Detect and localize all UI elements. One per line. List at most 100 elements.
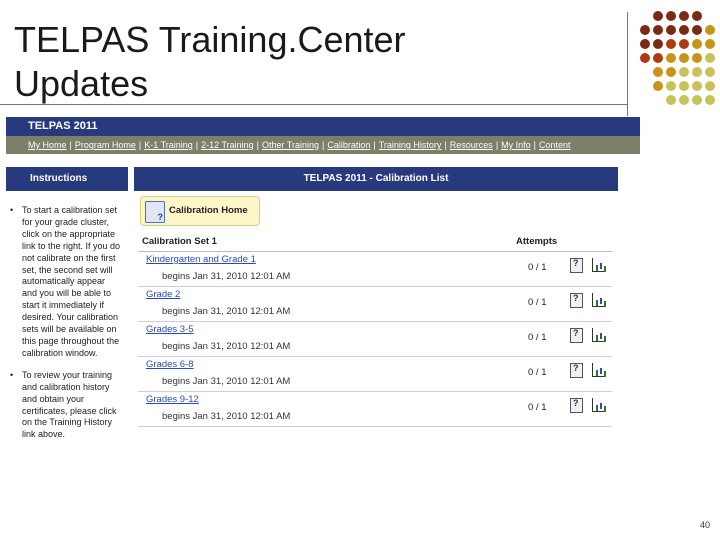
decorative-dot [666, 95, 676, 105]
table-row: Kindergarten and Grade 1 begins Jan 31, … [138, 252, 612, 287]
instructions-title: Instructions [30, 173, 88, 184]
nav-link-program-home[interactable]: Program Home [73, 140, 138, 150]
decorative-dot [640, 39, 650, 49]
help-icon[interactable] [570, 328, 583, 343]
decorative-dot [653, 67, 663, 77]
attempts-count: 0 / 1 [528, 297, 547, 308]
help-icon[interactable] [570, 258, 583, 273]
decorative-dot [705, 53, 715, 63]
decorative-dot [679, 95, 689, 105]
decorative-dot [653, 81, 663, 91]
report-chart-icon[interactable] [592, 328, 606, 342]
decorative-dot [692, 81, 702, 91]
decorative-dot [692, 11, 702, 21]
decorative-dot [705, 39, 715, 49]
slide-title-line-1: TELPAS Training.Center [14, 19, 406, 60]
decorative-dot [692, 67, 702, 77]
instructions-header: Instructions [6, 167, 128, 191]
begin-date: begins Jan 31, 2010 12:01 AM [162, 271, 291, 282]
nav-link-content[interactable]: Content [537, 140, 573, 150]
grade-link[interactable]: Grades 9-12 [146, 394, 199, 405]
table-row: Grades 6-8 begins Jan 31, 2010 12:01 AM … [138, 357, 612, 392]
page-number: 40 [700, 520, 711, 530]
report-chart-icon[interactable] [592, 293, 606, 307]
table-row: Grades 3-5 begins Jan 31, 2010 12:01 AM … [138, 322, 612, 357]
decorative-dot [653, 11, 663, 21]
decorative-dot [679, 67, 689, 77]
begin-date: begins Jan 31, 2010 12:01 AM [162, 376, 291, 387]
help-icon[interactable] [570, 293, 583, 308]
decorative-dot [653, 39, 663, 49]
decorative-dot [666, 11, 676, 21]
decorative-dot [666, 81, 676, 91]
nav-link-resources[interactable]: Resources [448, 140, 495, 150]
calibration-set-title: Calibration Set 1 [142, 236, 217, 247]
calibration-home-label: Calibration Home [169, 205, 248, 216]
app-header-title: TELPAS 2011 [28, 120, 98, 132]
instructions-list: To start a calibration set for your grad… [6, 205, 128, 451]
nav-link-my-info[interactable]: My Info [499, 140, 533, 150]
nav-bar: My Home | Program Home | K-1 Training | 2-12 T… [6, 136, 640, 154]
decorative-dot [705, 67, 715, 77]
title-divider [0, 104, 628, 105]
app-header: TELPAS 2011 [6, 117, 640, 136]
decorative-dot [666, 53, 676, 63]
grade-link[interactable]: Kindergarten and Grade 1 [146, 254, 256, 265]
decorative-dot [666, 67, 676, 77]
calibration-list-panel: Calibration Home Calibration Set 1 Attem… [134, 191, 618, 517]
decorative-dot-grid [640, 11, 720, 111]
app-screenshot: TELPAS 2011 My Home | Program Home | K-1 Tra… [6, 117, 640, 517]
attempts-count: 0 / 1 [528, 367, 547, 378]
decorative-dot [640, 25, 650, 35]
decorative-dot [705, 25, 715, 35]
decorative-dot [692, 53, 702, 63]
decorative-dot [679, 25, 689, 35]
attempts-count: 0 / 1 [528, 402, 547, 413]
calibration-list-title: TELPAS 2011 - Calibration List [303, 173, 449, 184]
calibration-list-header: TELPAS 2011 - Calibration List [134, 167, 618, 191]
decorative-dot [666, 39, 676, 49]
table-row: Grade 2 begins Jan 31, 2010 12:01 AM 0 /… [138, 287, 612, 322]
help-icon[interactable] [570, 398, 583, 413]
table-row: Grades 9-12 begins Jan 31, 2010 12:01 AM… [138, 392, 612, 427]
attempts-count: 0 / 1 [528, 262, 547, 273]
decorative-dot [653, 25, 663, 35]
calibration-home-icon [145, 201, 165, 223]
decorative-dot [705, 95, 715, 105]
decorative-dot [679, 11, 689, 21]
grade-link[interactable]: Grade 2 [146, 289, 180, 300]
decorative-dot [705, 81, 715, 91]
decorative-dot [679, 39, 689, 49]
decorative-dot [692, 95, 702, 105]
attempts-column-header: Attempts [516, 236, 558, 247]
grade-link[interactable]: Grades 6-8 [146, 359, 194, 370]
decorative-dot [653, 53, 663, 63]
begin-date: begins Jan 31, 2010 12:01 AM [162, 306, 291, 317]
decorative-dot [692, 39, 702, 49]
help-icon[interactable] [570, 363, 583, 378]
instruction-item: To start a calibration set for your grad… [6, 205, 122, 360]
vertical-divider [627, 12, 628, 116]
report-chart-icon[interactable] [592, 258, 606, 272]
decorative-dot [666, 25, 676, 35]
nav-link-training-history[interactable]: Training History [377, 140, 444, 150]
calibration-table-header: Calibration Set 1 Attempts [138, 233, 612, 252]
grade-link[interactable]: Grades 3-5 [146, 324, 194, 335]
decorative-dot [640, 53, 650, 63]
report-chart-icon[interactable] [592, 363, 606, 377]
begin-date: begins Jan 31, 2010 12:01 AM [162, 341, 291, 352]
decorative-dot [679, 81, 689, 91]
decorative-dot [692, 25, 702, 35]
nav-link-my-home[interactable]: My Home [26, 140, 69, 150]
slide-title-line-2: Updates [14, 63, 149, 104]
calibration-home-button[interactable]: Calibration Home [140, 196, 260, 226]
instruction-item: To review your training and calibration … [6, 370, 122, 441]
nav-link-other-training[interactable]: Other Training [260, 140, 321, 150]
nav-link-k-1-training[interactable]: K-1 Training [142, 140, 195, 150]
nav-link-calibration[interactable]: Calibration [325, 140, 372, 150]
begin-date: begins Jan 31, 2010 12:01 AM [162, 411, 291, 422]
decorative-dot [679, 53, 689, 63]
report-chart-icon[interactable] [592, 398, 606, 412]
nav-link-2-12-training[interactable]: 2-12 Training [199, 140, 256, 150]
attempts-count: 0 / 1 [528, 332, 547, 343]
